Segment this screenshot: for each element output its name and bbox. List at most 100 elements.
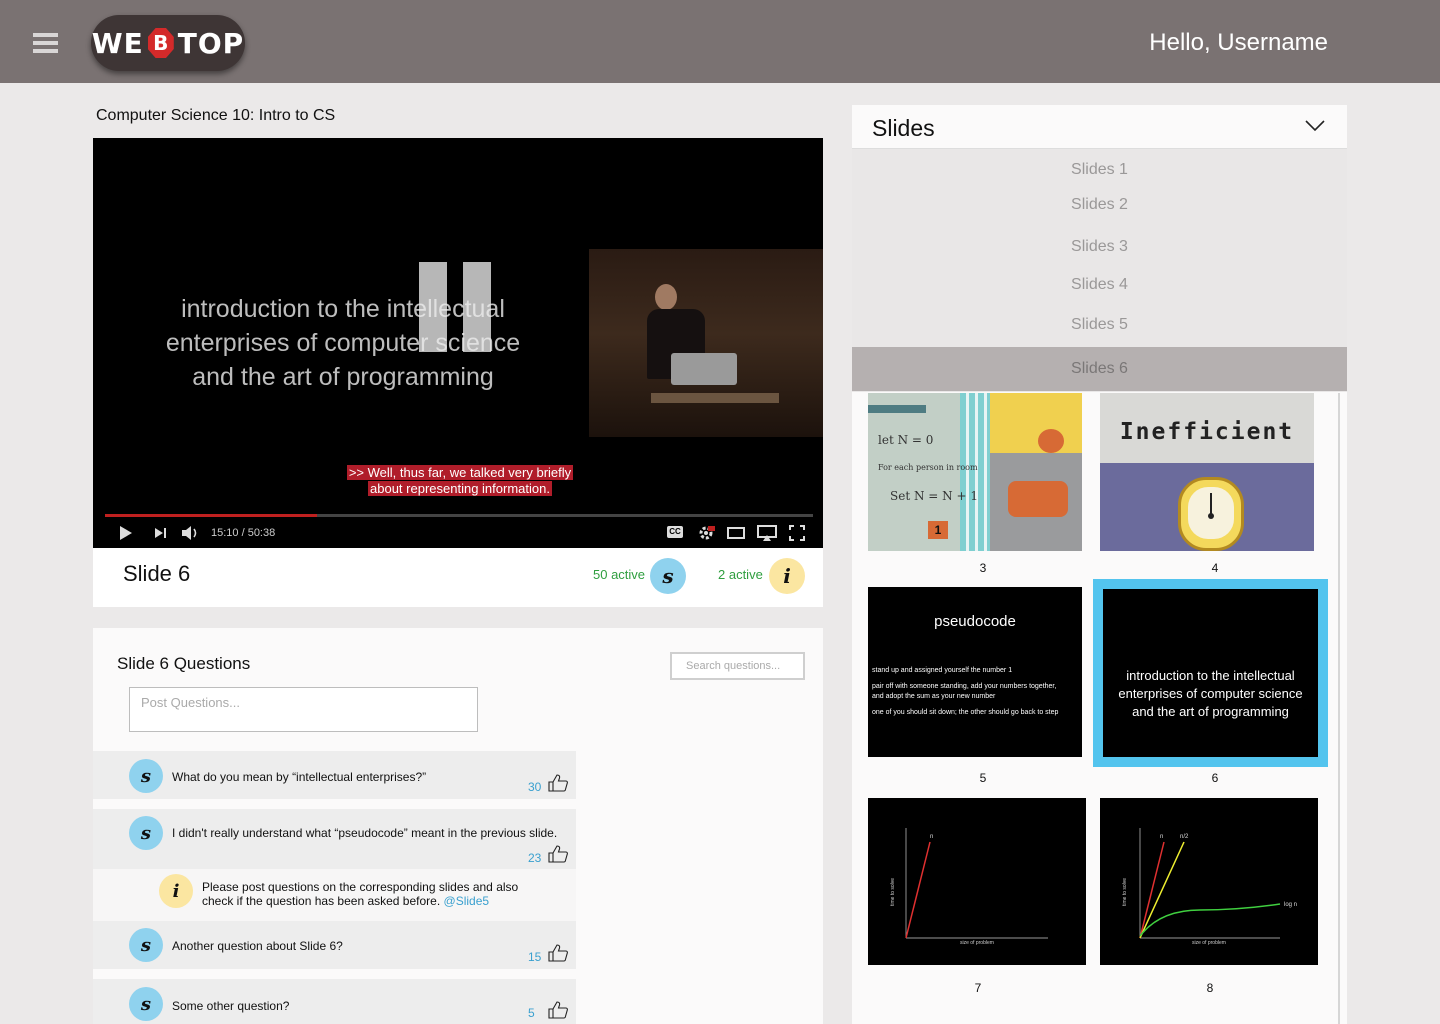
slide-reference-link[interactable]: @Slide5 (444, 894, 490, 908)
course-title: Computer Science 10: Intro to CS (96, 107, 336, 124)
slide-thumbnail-number: 7 (974, 981, 982, 995)
logo-mark: B (147, 28, 174, 58)
slides-option[interactable]: Slides 4 (852, 276, 1347, 294)
airplay-icon[interactable] (757, 524, 777, 542)
thumb-title: pseudocode (934, 613, 1016, 630)
caption-line: about representing information. (368, 481, 552, 496)
video-progress-bar[interactable] (105, 514, 813, 517)
slides-panel: Slides Slides 1 Slides 2 Slides 3 Slides… (852, 105, 1347, 1024)
question-row[interactable]: s I didn't really understand what “pseud… (93, 809, 576, 869)
video-controls: 15:10 / 50:38 CC (93, 524, 823, 548)
slides-dropdown-title: Slides (872, 115, 935, 141)
slide-thumbnail-7[interactable]: n size of problem time to solve (868, 798, 1086, 965)
thumbs-up-icon[interactable] (548, 1001, 568, 1019)
fullscreen-icon[interactable] (789, 524, 805, 542)
linear-growth-graph: n size of problem time to solve (890, 828, 1048, 946)
thumb-title: Inefficient (1119, 419, 1295, 445)
graph-label: n (1160, 834, 1163, 840)
current-slide-bar: Slide 6 50 active s 2 active i (93, 548, 823, 607)
reply-line: Please post questions on the correspondi… (202, 880, 519, 894)
graph-label: log n (1284, 902, 1297, 908)
question-row[interactable]: s What do you mean by “intellectual ente… (93, 751, 576, 799)
thumb-line: stand up and assigned yourself the numbe… (872, 667, 1013, 674)
graph-label: time to solve (890, 878, 896, 906)
logo-text-top: TOP (177, 26, 245, 60)
instructor-reply-row[interactable]: i Please post questions on the correspon… (93, 869, 576, 921)
reply-text: Please post questions on the correspondi… (202, 880, 518, 908)
question-text: I didn't really understand what “pseudoc… (172, 826, 558, 840)
webtop-logo[interactable]: WE B TOP (91, 15, 245, 71)
reply-line: check if the question has been asked bef… (202, 894, 441, 908)
slides-option[interactable]: Slides 5 (852, 316, 1347, 334)
student-badge-icon: s (129, 987, 163, 1021)
pause-icon[interactable] (419, 262, 491, 352)
questions-panel: Slide 6 Questions Search questions... Po… (93, 628, 823, 1024)
caption-line: >> Well, thus far, we talked very briefl… (346, 465, 574, 480)
thumb-line: and adopt the sum as your new number (872, 693, 996, 700)
slides-option[interactable]: Slides 1 (852, 161, 1347, 179)
current-slide-name: Slide 6 (123, 561, 191, 586)
thumbs-up-icon[interactable] (548, 944, 568, 962)
post-question-input[interactable]: Post Questions... (129, 687, 478, 732)
student-badge-icon[interactable]: s (650, 558, 686, 594)
slide-thumbnail-number: 8 (1206, 981, 1214, 995)
question-text: What do you mean by “intellectual enterp… (172, 770, 427, 784)
search-questions-input[interactable]: Search questions... (670, 652, 805, 680)
graph-label: n (930, 834, 933, 840)
slides-dropdown[interactable]: Slides (852, 105, 1347, 149)
user-greeting[interactable]: Hello, Username (1149, 29, 1328, 57)
slide-thumbnail-8[interactable]: n n/2 log n size of problem time to solv… (1100, 798, 1318, 965)
thumb-line: pair off with someone standing, add your… (872, 683, 1057, 690)
slide-thumbnail-4[interactable]: Inefficient (1100, 393, 1314, 551)
video-player[interactable]: introduction to the intellectual enterpr… (93, 138, 823, 548)
graph-label: size of problem (960, 940, 994, 946)
slide-thumbnail-3[interactable]: let N = 0 For each person in room Set N … (868, 393, 1082, 551)
video-time: 15:10 / 50:38 (211, 527, 276, 539)
thumb-line: enterprises of computer science (1118, 686, 1303, 701)
next-icon[interactable] (154, 524, 168, 542)
slides-option-selected[interactable]: Slides 6 (852, 347, 1347, 391)
hamburger-menu-icon[interactable] (33, 33, 58, 53)
video-slide-line: and the art of programming (192, 363, 494, 391)
instructor-badge-icon[interactable]: i (769, 558, 805, 594)
students-active-count: 50 active (593, 567, 646, 582)
thumb-tag: 1 (928, 521, 948, 539)
slide-thumbnails: let N = 0 For each person in room Set N … (852, 393, 1347, 1024)
slides-dropdown-menu: Slides 1 Slides 2 Slides 3 Slides 4 Slid… (852, 149, 1347, 392)
thumbs-up-icon[interactable] (548, 845, 568, 863)
thumb-line: Set N = N + 1 (890, 489, 978, 503)
settings-icon[interactable] (697, 524, 715, 542)
speaker-video-inset (589, 249, 823, 437)
graph-label: n/2 (1180, 834, 1189, 840)
question-text: Some other question? (172, 999, 290, 1013)
volume-icon[interactable] (181, 524, 201, 542)
thumbs-up-icon[interactable] (548, 774, 568, 792)
growth-comparison-graph: n n/2 log n size of problem time to solv… (1122, 828, 1297, 946)
student-badge-icon: s (129, 928, 163, 962)
instructor-badge-icon: i (159, 874, 193, 908)
theater-mode-icon[interactable] (727, 524, 745, 542)
questions-title: Slide 6 Questions (117, 654, 251, 673)
question-row[interactable]: s Another question about Slide 6? 15 (93, 921, 576, 969)
question-text: Another question about Slide 6? (172, 939, 343, 953)
slide-thumbnail-number: 4 (1211, 561, 1219, 575)
video-caption: >> Well, thus far, we talked very briefl… (343, 465, 577, 497)
slide-thumbnail-5[interactable]: pseudocode stand up and assigned yoursel… (868, 587, 1082, 757)
question-row[interactable]: s Some other question? 5 (93, 979, 576, 1024)
thumb-line: one of you should sit down; the other sh… (872, 709, 1059, 716)
play-icon[interactable] (119, 524, 133, 542)
slides-option[interactable]: Slides 2 (852, 196, 1347, 214)
slide-thumbnail-6-selected[interactable]: introduction to the intellectual enterpr… (1093, 579, 1328, 767)
graph-label: size of problem (1192, 940, 1226, 946)
top-bar: WE B TOP Hello, Username (0, 0, 1440, 83)
slide-thumbnail-number: 6 (1211, 771, 1219, 785)
slides-option[interactable]: Slides 3 (852, 238, 1347, 256)
chevron-down-icon[interactable] (1305, 119, 1325, 133)
logo-text-we: WE (91, 26, 144, 60)
instructors-active-count: 2 active (718, 567, 763, 582)
student-badge-icon: s (129, 816, 163, 850)
graph-label: time to solve (1122, 878, 1128, 906)
thumb-line: introduction to the intellectual (1126, 668, 1295, 683)
captions-icon[interactable]: CC (667, 526, 683, 538)
student-badge-icon: s (129, 759, 163, 793)
